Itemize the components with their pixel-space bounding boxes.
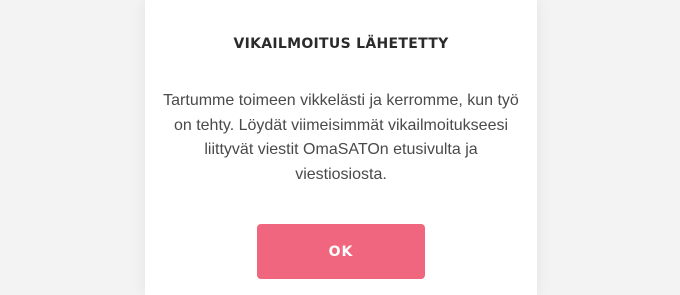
confirmation-dialog: VIKAILMOITUS LÄHETETTY Tartumme toimeen … [145,0,537,295]
ok-button[interactable]: OK [257,224,425,279]
page-background: VIKAILMOITUS LÄHETETTY Tartumme toimeen … [0,0,680,295]
dialog-title: VIKAILMOITUS LÄHETETTY [233,36,449,52]
dialog-message: Tartumme toimeen vikkelästi ja kerromme,… [163,92,519,183]
